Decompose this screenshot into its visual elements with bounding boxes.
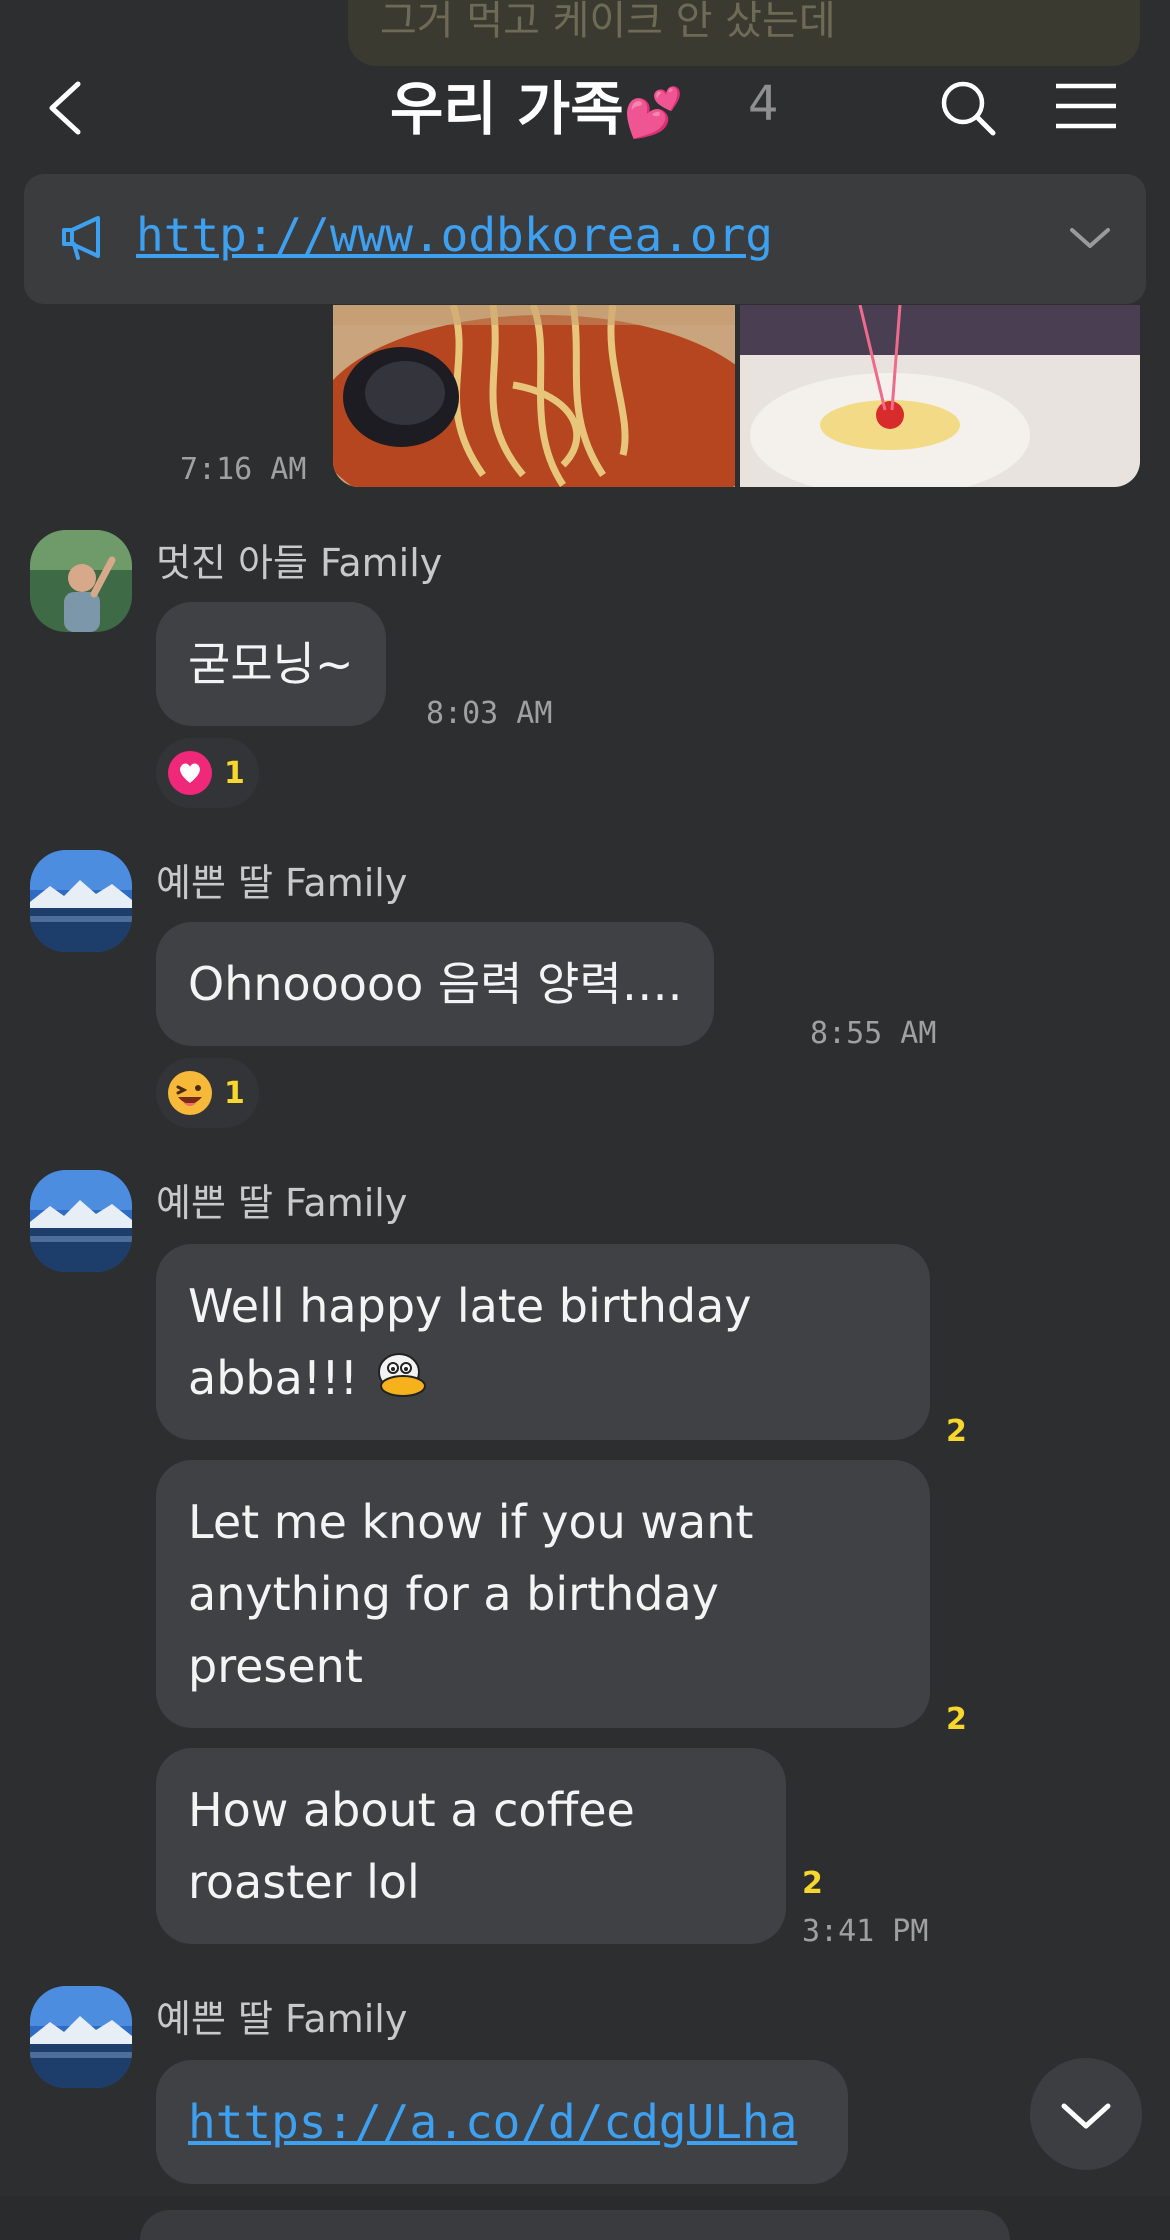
search-icon[interactable] [938, 78, 998, 138]
chevron-down-icon [1061, 2103, 1111, 2129]
chat-title: 우리 가족💕 [390, 62, 683, 146]
message-text-line: abba!!! [188, 1342, 898, 1414]
sender-name: 예쁜 딸 Family [156, 1181, 408, 1225]
message-bubble[interactable]: Let me know if you want anything for a b… [156, 1460, 930, 1728]
heart-icon [168, 751, 212, 795]
reaction-count: 1 [224, 755, 245, 791]
sender-name: 예쁜 딸 Family [156, 861, 408, 905]
reaction-count: 1 [224, 1075, 245, 1111]
message-bubble[interactable]: 굳모닝~ [156, 602, 386, 726]
back-icon[interactable] [42, 78, 92, 138]
message-bubble[interactable]: https://a.co/d/cdgULha [156, 2060, 848, 2184]
previous-message-bubble[interactable]: 그거 먹고 케이크 안 샀는데 [348, 0, 1140, 66]
member-count: 4 [748, 76, 779, 132]
avatar-daughter[interactable] [30, 850, 132, 952]
reaction-badge[interactable]: 1 [156, 738, 259, 808]
message-text-line: Well happy late birthday [188, 1279, 752, 1333]
message-bubble[interactable]: How about a coffee roaster lol [156, 1748, 786, 1944]
message-text-line: anything for a birthday [188, 1567, 719, 1621]
megaphone-icon [58, 210, 112, 264]
message-text-line-end: abba!!! [188, 1351, 359, 1405]
message-time: 8:55 AM [810, 1016, 937, 1051]
message-time: 3:41 PM [802, 1914, 929, 1949]
sender-name: 멋진 아들 Family [156, 541, 443, 585]
grinning-face-icon [168, 1071, 212, 1115]
chat-title-text: 우리 가족 [390, 75, 624, 143]
message-text-line: present [188, 1639, 363, 1693]
unread-count: 2 [946, 1702, 967, 1737]
message-text-line: roaster lol [188, 1855, 420, 1909]
two-hearts-icon: 💕 [623, 85, 684, 141]
message-time: 7:16 AM [180, 452, 307, 487]
message-bubble[interactable]: Ohnooooo 음력 양력…. [156, 922, 715, 1046]
previous-message-text: 그거 먹고 케이크 안 샀는데 [380, 0, 836, 44]
duck-emoticon-icon [377, 1353, 426, 1397]
reaction-badge[interactable]: 1 [156, 1058, 259, 1128]
cake-photo[interactable] [740, 305, 1140, 487]
message-text: 굳모닝~ [188, 637, 354, 691]
menu-icon[interactable] [1054, 80, 1118, 132]
message-input[interactable] [140, 2210, 1010, 2240]
message-link[interactable]: https://a.co/d/cdgULha [188, 2095, 797, 2149]
notice-link[interactable]: http://www.odbkorea.org [136, 208, 773, 262]
pasta-photo[interactable] [333, 305, 735, 487]
unread-count: 2 [802, 1866, 823, 1901]
avatar-daughter[interactable] [30, 1986, 132, 2088]
chevron-down-icon[interactable] [1066, 218, 1114, 258]
avatar-son[interactable] [30, 530, 132, 632]
scroll-to-bottom-button[interactable] [1030, 2058, 1142, 2170]
avatar-daughter[interactable] [30, 1170, 132, 1272]
sender-name: 예쁜 딸 Family [156, 1997, 408, 2041]
message-bubble[interactable]: Well happy late birthday abba!!! [156, 1244, 930, 1440]
unread-count: 2 [946, 1414, 967, 1449]
message-text-line: Let me know if you want [188, 1495, 754, 1549]
message-text-line: How about a coffee [188, 1783, 635, 1837]
message-time: 8:03 AM [426, 696, 553, 731]
message-text: Ohnooooo 음력 양력…. [188, 957, 683, 1011]
